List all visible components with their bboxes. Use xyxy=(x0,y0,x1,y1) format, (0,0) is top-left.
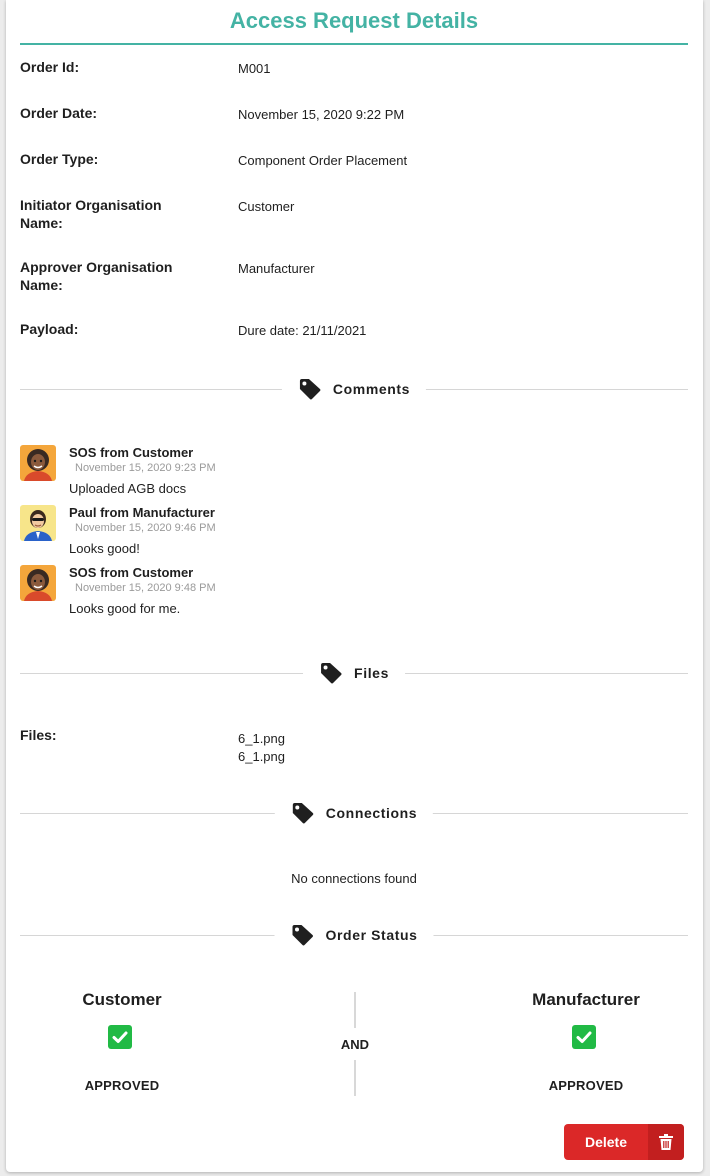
order-date-value: November 15, 2020 9:22 PM xyxy=(238,107,405,122)
customer-party-name: Customer xyxy=(82,990,162,1009)
comment-date: November 15, 2020 9:23 PM xyxy=(75,462,216,474)
manufacturer-party-name: Manufacturer xyxy=(532,990,640,1009)
delete-button-label: Delete xyxy=(584,1134,628,1150)
manufacturer-status-label: APPROVED xyxy=(548,1078,624,1093)
order-status-divider: Order Status xyxy=(20,925,688,946)
status-separator xyxy=(354,1060,356,1096)
files-divider: Files xyxy=(20,663,688,684)
and-label: AND xyxy=(340,1037,370,1052)
comment-author: SOS from Customer xyxy=(69,565,194,580)
comment-item: Paul from Manufacturer November 15, 2020… xyxy=(20,505,420,565)
initiator-org-label: Initiator Organisation Name: xyxy=(20,197,162,231)
comment-date: November 15, 2020 9:46 PM xyxy=(75,522,216,534)
access-request-card: Access Request Details Order Id: M001 Or… xyxy=(6,0,703,1172)
checkbox-checked-icon xyxy=(108,1025,132,1049)
order-id-label: Order Id: xyxy=(20,59,80,75)
order-type-label: Order Type: xyxy=(20,151,99,167)
order-date-label: Order Date: xyxy=(20,105,98,121)
files-heading: Files xyxy=(354,665,389,681)
comment-item: SOS from Customer November 15, 2020 9:23… xyxy=(20,445,420,505)
comments-divider: Comments xyxy=(20,379,688,400)
comment-item: SOS from Customer November 15, 2020 9:48… xyxy=(20,565,420,625)
no-connections-text: No connections found xyxy=(291,871,417,886)
delete-button[interactable]: Delete xyxy=(564,1124,684,1160)
page-title: Access Request Details xyxy=(229,8,479,33)
checkbox-checked-icon xyxy=(572,1025,596,1049)
comment-text: Looks good! xyxy=(69,541,140,556)
tag-icon xyxy=(292,803,314,824)
payload-label: Payload: xyxy=(20,321,79,337)
approver-org-label: Approver Organisation Name: xyxy=(20,259,173,293)
tag-icon xyxy=(292,925,313,946)
comment-text: Uploaded AGB docs xyxy=(69,481,187,496)
avatar-manufacturer xyxy=(20,505,56,541)
files-label: Files: xyxy=(20,727,57,743)
order-id-value: M001 xyxy=(238,61,271,76)
tag-icon xyxy=(299,379,321,400)
comment-author: Paul from Manufacturer xyxy=(69,505,215,520)
tag-icon xyxy=(321,663,342,684)
comments-heading: Comments xyxy=(332,381,411,397)
file-link[interactable]: 6_1.png xyxy=(238,730,285,748)
payload-value: Dure date: 21/11/2021 xyxy=(238,323,367,338)
order-type-value: Component Order Placement xyxy=(238,153,408,168)
connections-heading: Connections xyxy=(325,805,418,821)
approver-org-value: Manufacturer xyxy=(238,261,315,276)
connections-divider: Connections xyxy=(20,803,688,824)
file-link[interactable]: 6_1.png xyxy=(238,748,285,766)
initiator-org-value: Customer xyxy=(238,199,295,214)
status-separator xyxy=(354,992,356,1028)
customer-status-label: APPROVED xyxy=(84,1078,160,1093)
comment-text: Looks good for me. xyxy=(69,601,181,616)
avatar-customer xyxy=(20,565,56,601)
comment-date: November 15, 2020 9:48 PM xyxy=(75,582,216,594)
title-underline xyxy=(20,43,688,45)
order-status-heading: Order Status xyxy=(325,927,418,943)
trash-icon xyxy=(648,1124,684,1160)
comment-author: SOS from Customer xyxy=(69,445,194,460)
avatar-customer xyxy=(20,445,56,481)
